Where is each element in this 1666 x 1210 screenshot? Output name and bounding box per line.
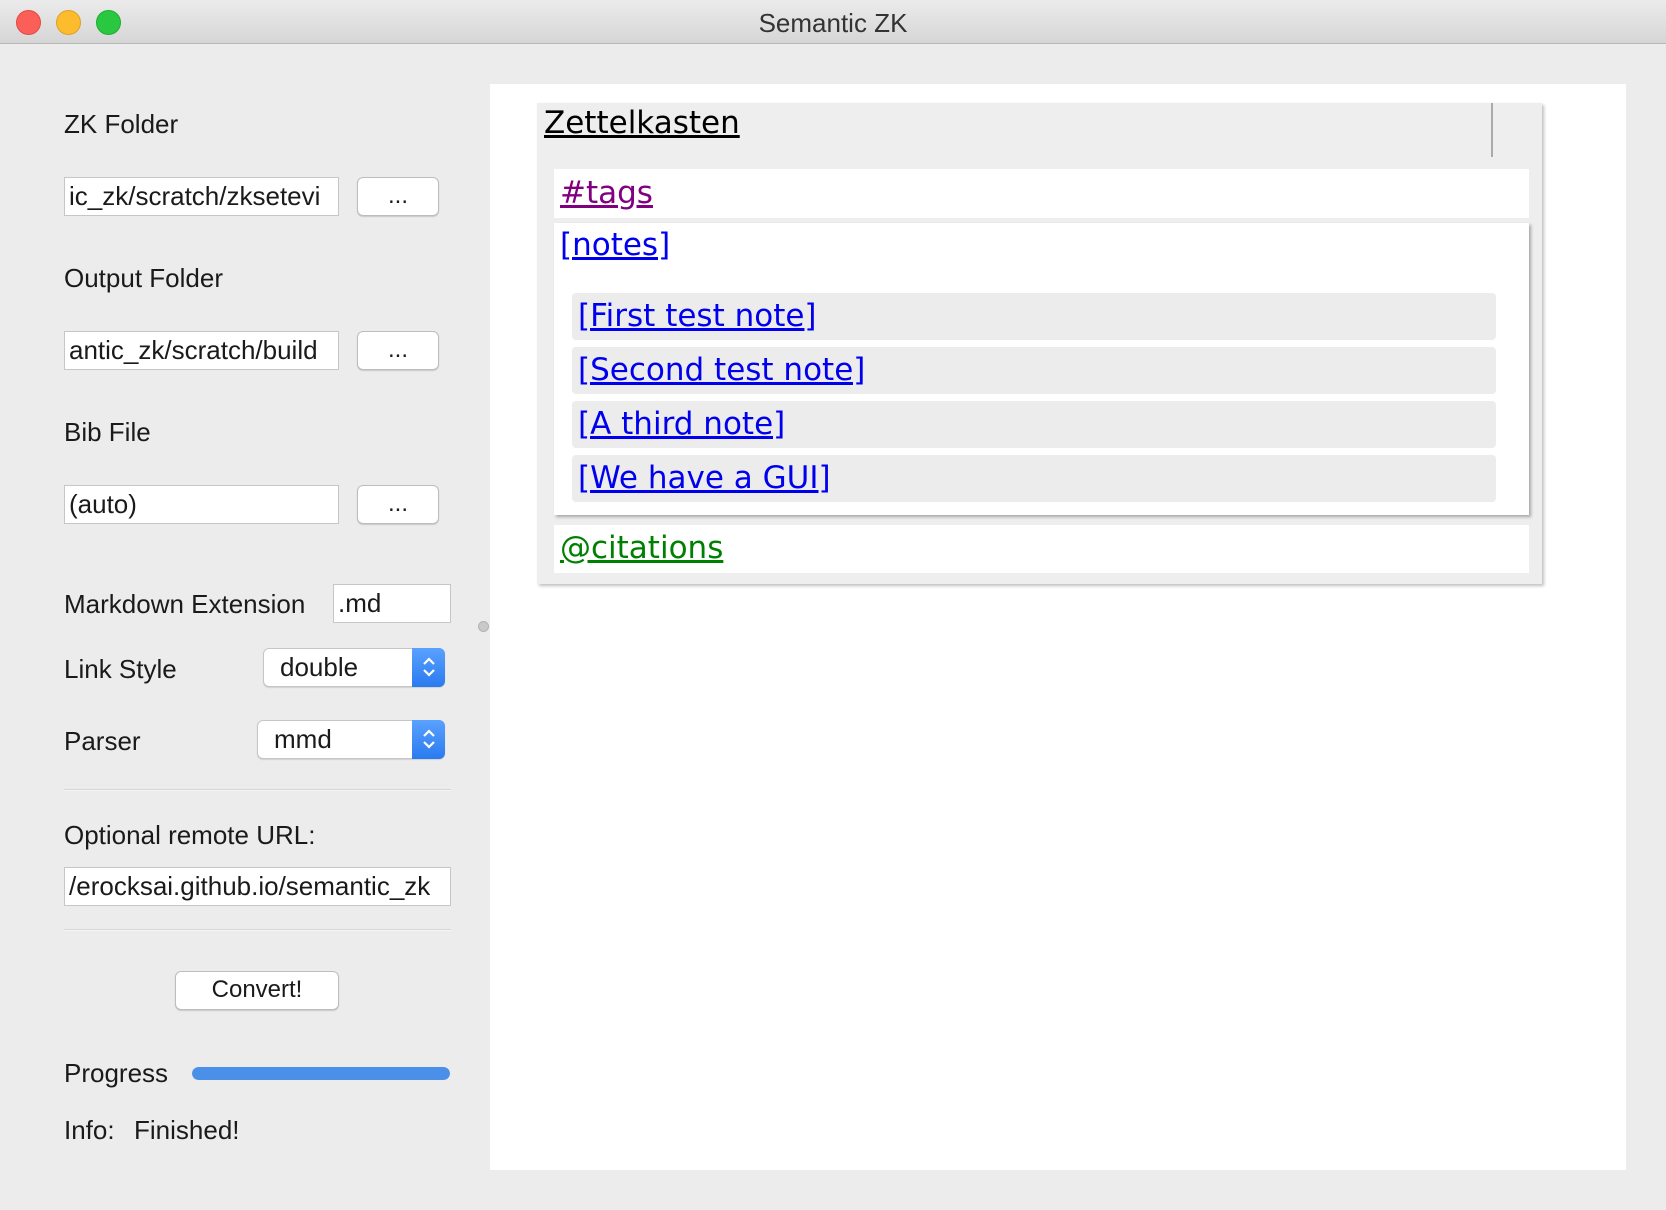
list-item[interactable]: [Second test note] xyxy=(572,347,1496,394)
notes-link[interactable]: [notes] xyxy=(560,227,670,263)
output-folder-label: Output Folder xyxy=(64,263,223,293)
zettelkasten-title: Zettelkasten xyxy=(544,105,740,141)
list-item[interactable]: [First test note] xyxy=(572,293,1496,340)
remote-url-label: Optional remote URL: xyxy=(64,820,316,850)
separator xyxy=(64,929,451,931)
zk-folder-input[interactable]: ic_zk/scratch/zksetevi xyxy=(64,177,339,216)
output-folder-browse-button[interactable]: ... xyxy=(357,331,439,370)
tags-section: #tags xyxy=(554,169,1529,218)
info-status: Finished! xyxy=(134,1115,240,1145)
separator xyxy=(64,789,451,791)
list-item[interactable]: [We have a GUI] xyxy=(572,455,1496,502)
citations-section: @citations xyxy=(554,525,1529,573)
bib-file-label: Bib File xyxy=(64,417,151,447)
bib-file-input[interactable]: (auto) xyxy=(64,485,339,524)
note-link[interactable]: [First test note] xyxy=(578,298,817,334)
parser-select[interactable]: mmd xyxy=(257,720,445,759)
tags-link[interactable]: #tags xyxy=(560,175,653,211)
link-style-stepper-icon xyxy=(412,648,445,687)
progress-bar xyxy=(192,1067,450,1080)
zk-folder-browse-button[interactable]: ... xyxy=(357,177,439,216)
zettelkasten-panel: Zettelkasten #tags [notes] [First test n… xyxy=(537,103,1542,584)
progress-bar-fill xyxy=(192,1067,450,1080)
notes-section: [notes] [First test note] [Second test n… xyxy=(554,223,1529,515)
window-title: Semantic ZK xyxy=(758,8,908,38)
parser-stepper-icon xyxy=(412,720,445,759)
zk-folder-label: ZK Folder xyxy=(64,109,179,139)
bib-file-browse-button[interactable]: ... xyxy=(357,485,439,524)
markdown-extension-input[interactable]: .md xyxy=(333,584,451,623)
note-link[interactable]: [We have a GUI] xyxy=(578,460,831,496)
link-style-select[interactable]: double xyxy=(263,648,445,687)
title-bar: Semantic ZK xyxy=(0,0,1666,44)
zettelkasten-view: Zettelkasten #tags [notes] [First test n… xyxy=(490,84,1626,1170)
output-folder-input[interactable]: antic_zk/scratch/build xyxy=(64,331,339,370)
splitter-handle[interactable] xyxy=(478,621,489,632)
convert-button[interactable]: Convert! xyxy=(175,971,339,1010)
link-style-label: Link Style xyxy=(64,654,177,684)
parser-label: Parser xyxy=(64,726,141,756)
info-label: Info: xyxy=(64,1115,115,1145)
parser-value: mmd xyxy=(274,724,332,754)
note-link[interactable]: [A third note] xyxy=(578,406,785,442)
remote-url-input[interactable]: erocksai.github.io/semantic_zk/ xyxy=(64,867,451,906)
citations-link[interactable]: @citations xyxy=(560,530,723,566)
progress-label: Progress xyxy=(64,1058,169,1088)
markdown-extension-label: Markdown Extension xyxy=(64,589,306,619)
list-item[interactable]: [A third note] xyxy=(572,401,1496,448)
link-style-value: double xyxy=(280,652,359,682)
note-link[interactable]: [Second test note] xyxy=(578,352,865,388)
app-window: Semantic ZK ZK Folder ic_zk/scratch/zkse… xyxy=(0,0,1666,1210)
